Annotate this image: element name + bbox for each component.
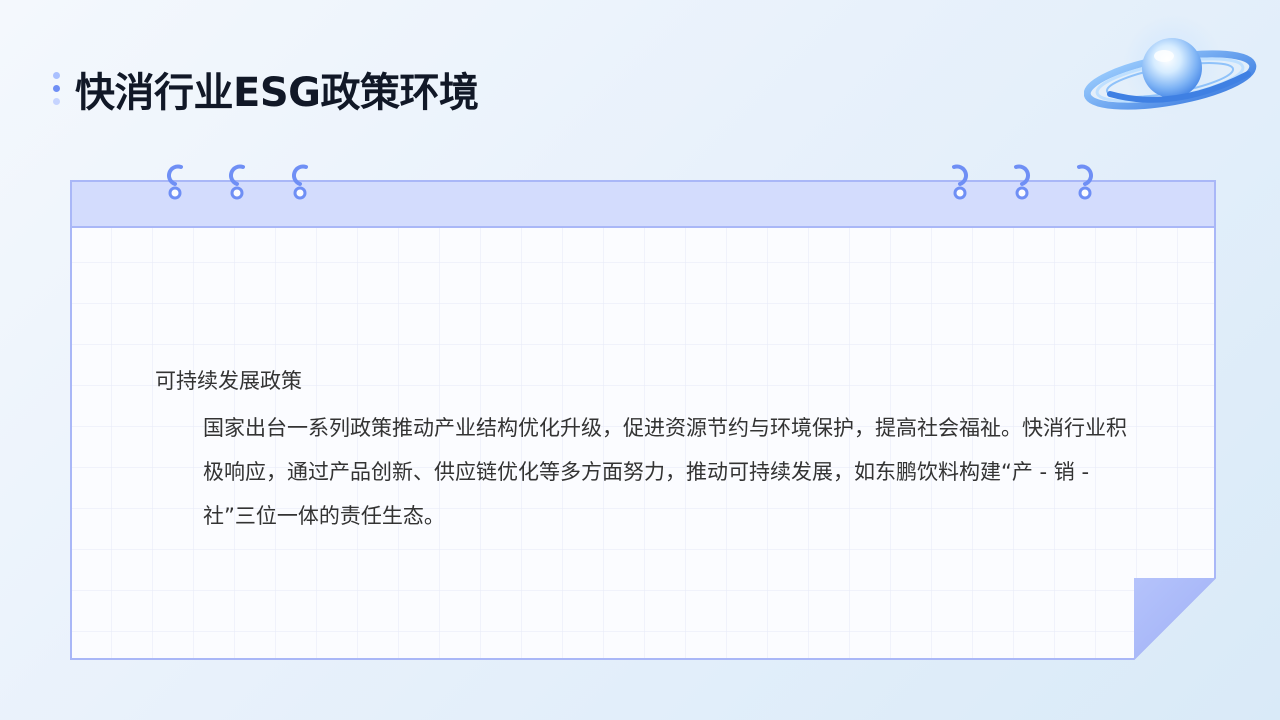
binder-ring-icon [292,164,308,200]
card-content: 可持续发展政策 国家出台一系列政策推动产业结构优化升级，促进资源节约与环境保护，… [155,366,1145,538]
binder-ring-icon [1014,164,1030,200]
title-bullet-icon [53,72,61,106]
page-title: 快消行业ESG政策环境 [75,70,479,116]
binder-rings [70,160,1216,210]
section-heading: 可持续发展政策 [155,369,302,393]
binder-ring-icon [1077,164,1093,200]
binder-ring-icon [167,164,183,200]
body-paragraph: 国家出台一系列政策推动产业结构优化升级，促进资源节约与环境保护，提高社会福祉。快… [203,416,1127,528]
notebook-card: 可持续发展政策 国家出台一系列政策推动产业结构优化升级，促进资源节约与环境保护，… [70,164,1216,660]
binder-ring-icon [229,164,245,200]
planet-icon [1084,14,1257,114]
binder-ring-icon [952,164,968,200]
